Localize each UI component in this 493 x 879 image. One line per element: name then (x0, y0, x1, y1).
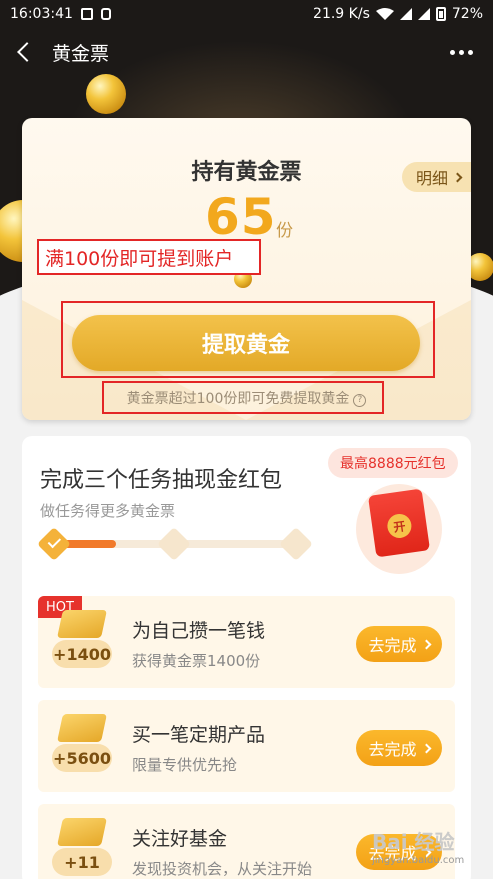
signal-icon (399, 8, 412, 20)
progress-step-1-icon (37, 527, 71, 561)
ticket-unit: 份 (276, 221, 293, 241)
task-desc: 获得黄金票1400份 (132, 652, 261, 670)
battery-percent: 72% (451, 6, 483, 22)
task-name: 买一笔定期产品 (132, 724, 266, 746)
tasks-subtitle: 做任务得更多黄金票 (40, 502, 176, 520)
back-icon[interactable] (17, 42, 37, 62)
watermark-url: jingyan.baidu.com (372, 855, 465, 866)
task-points: +1400 (52, 640, 112, 668)
progress-step-2-icon (157, 527, 191, 561)
task-row[interactable]: HOT +1400 为自己攒一笔钱 获得黄金票1400份 去完成 (38, 596, 455, 688)
task-points: +11 (52, 848, 112, 876)
complete-task-label: 去完成 (368, 636, 417, 655)
watermark: Bai 经验 jingyan.baidu.com (372, 826, 482, 874)
more-menu-icon[interactable] (444, 44, 479, 61)
clipboard-notification-icon (100, 8, 111, 20)
max-reward-badge: 最高8888元红包 (328, 448, 458, 478)
chevron-right-icon (421, 639, 431, 649)
signal-icon-2 (417, 8, 430, 20)
gold-ball-top (86, 74, 126, 114)
wifi-icon (375, 8, 394, 20)
annotation-label: 满100份即可提到账户 (37, 239, 261, 275)
tasks-title: 完成三个任务抽现金红包 (40, 468, 283, 493)
detail-label: 明细 (415, 169, 448, 188)
page-title: 黄金票 (52, 42, 110, 65)
nav-bar: 黄金票 (0, 28, 493, 76)
chevron-right-icon (421, 743, 431, 753)
red-envelope-icon[interactable]: 开 (367, 488, 431, 558)
task-desc: 发现投资机会，从关注开始 (132, 860, 313, 878)
task-name: 关注好基金 (132, 828, 228, 850)
battery-icon (435, 7, 446, 21)
detail-button[interactable]: 明细 (401, 162, 471, 192)
annotation-box-button (61, 301, 435, 378)
gold-bar-icon (57, 818, 107, 846)
complete-task-button[interactable]: 去完成 (356, 730, 442, 766)
gold-bar-icon (57, 714, 107, 742)
task-points: +5600 (52, 744, 112, 772)
annotation-box-tip (102, 381, 384, 414)
open-seal: 开 (385, 512, 413, 540)
status-bar: 16:03:41 21.9 K/s 72% (0, 0, 493, 28)
gold-ticket-icon: +11 (52, 818, 112, 879)
tasks-card: 完成三个任务抽现金红包 做任务得更多黄金票 最高8888元红包 开 HOT +1… (22, 436, 471, 879)
progress-step-3-icon (279, 527, 313, 561)
network-speed: 21.9 K/s (313, 6, 370, 22)
complete-task-button[interactable]: 去完成 (356, 626, 442, 662)
task-row[interactable]: +5600 买一笔定期产品 限量专供优先抢 去完成 (38, 700, 455, 792)
watermark-logo: Bai 经验 (372, 830, 455, 854)
gold-ticket-icon: +5600 (52, 714, 112, 778)
gold-bar-icon (57, 610, 107, 638)
image-notification-icon (80, 8, 93, 20)
complete-task-label: 去完成 (368, 740, 417, 759)
task-name: 为自己攒一笔钱 (132, 620, 266, 642)
chevron-right-icon (452, 172, 463, 182)
ticket-count: 65 (205, 188, 277, 246)
task-desc: 限量专供优先抢 (132, 756, 238, 774)
gold-ticket-icon: +1400 (52, 610, 112, 674)
status-time: 16:03:41 (10, 6, 73, 22)
